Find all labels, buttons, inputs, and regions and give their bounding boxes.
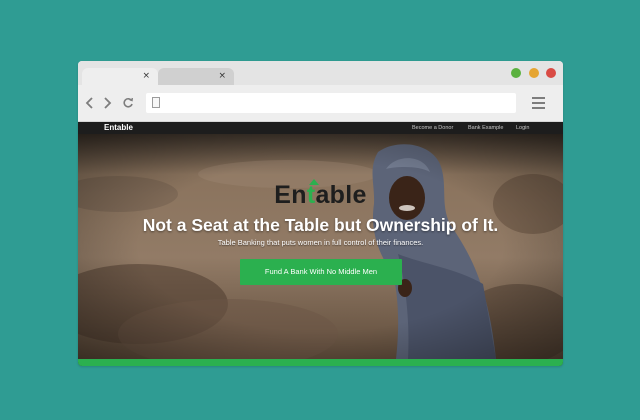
tab-strip: × ×	[78, 61, 563, 85]
browser-tab-2[interactable]: ×	[158, 68, 234, 85]
window-minimize-button[interactable]	[529, 68, 539, 78]
hero-section: En table Not a Seat at the Table but Owne…	[78, 134, 563, 359]
back-button[interactable]	[83, 95, 97, 111]
address-bar[interactable]	[146, 93, 516, 113]
tab-close-icon[interactable]: ×	[218, 71, 226, 81]
up-arrow-icon	[308, 179, 319, 185]
fund-bank-button[interactable]: Fund A Bank With No Middle Men	[240, 259, 402, 285]
window-close-button[interactable]	[546, 68, 556, 78]
window-maximize-button[interactable]	[511, 68, 521, 78]
logo-mark: t	[307, 179, 319, 209]
hero-logo: En table	[78, 179, 563, 209]
web-page: Entable Become a Donor Bank Example Logi…	[78, 122, 563, 366]
reload-button[interactable]	[121, 95, 135, 111]
site-nav-bar: Entable Become a Donor Bank Example Logi…	[78, 122, 563, 134]
hero-subtitle: Table Banking that puts women in full co…	[217, 238, 424, 247]
document-icon	[152, 97, 160, 108]
chevron-left-icon	[85, 97, 93, 109]
chevron-right-icon	[104, 97, 112, 109]
nav-logo-text: Entable	[104, 123, 133, 132]
tab-close-icon[interactable]: ×	[142, 71, 150, 81]
nav-logo[interactable]: Entable	[104, 122, 133, 134]
nav-link-bank-example[interactable]: Bank Example	[468, 122, 503, 134]
footer-accent-bar	[78, 359, 563, 366]
browser-tab-1[interactable]: ×	[82, 68, 158, 85]
forward-button[interactable]	[100, 95, 114, 111]
browser-window: × × Entable Become a Donor Bank Example …	[78, 61, 563, 366]
nav-link-become-donor[interactable]: Become a Donor	[412, 122, 453, 134]
hero-logo-start: En	[274, 181, 307, 209]
hamburger-menu-icon[interactable]	[532, 97, 545, 112]
hero-title: Not a Seat at the Table but Ownership of…	[142, 215, 499, 235]
hero-logo-end: able	[315, 181, 367, 209]
browser-toolbar	[78, 85, 563, 122]
reload-icon	[123, 97, 133, 108]
nav-link-login[interactable]: Login	[516, 122, 529, 134]
